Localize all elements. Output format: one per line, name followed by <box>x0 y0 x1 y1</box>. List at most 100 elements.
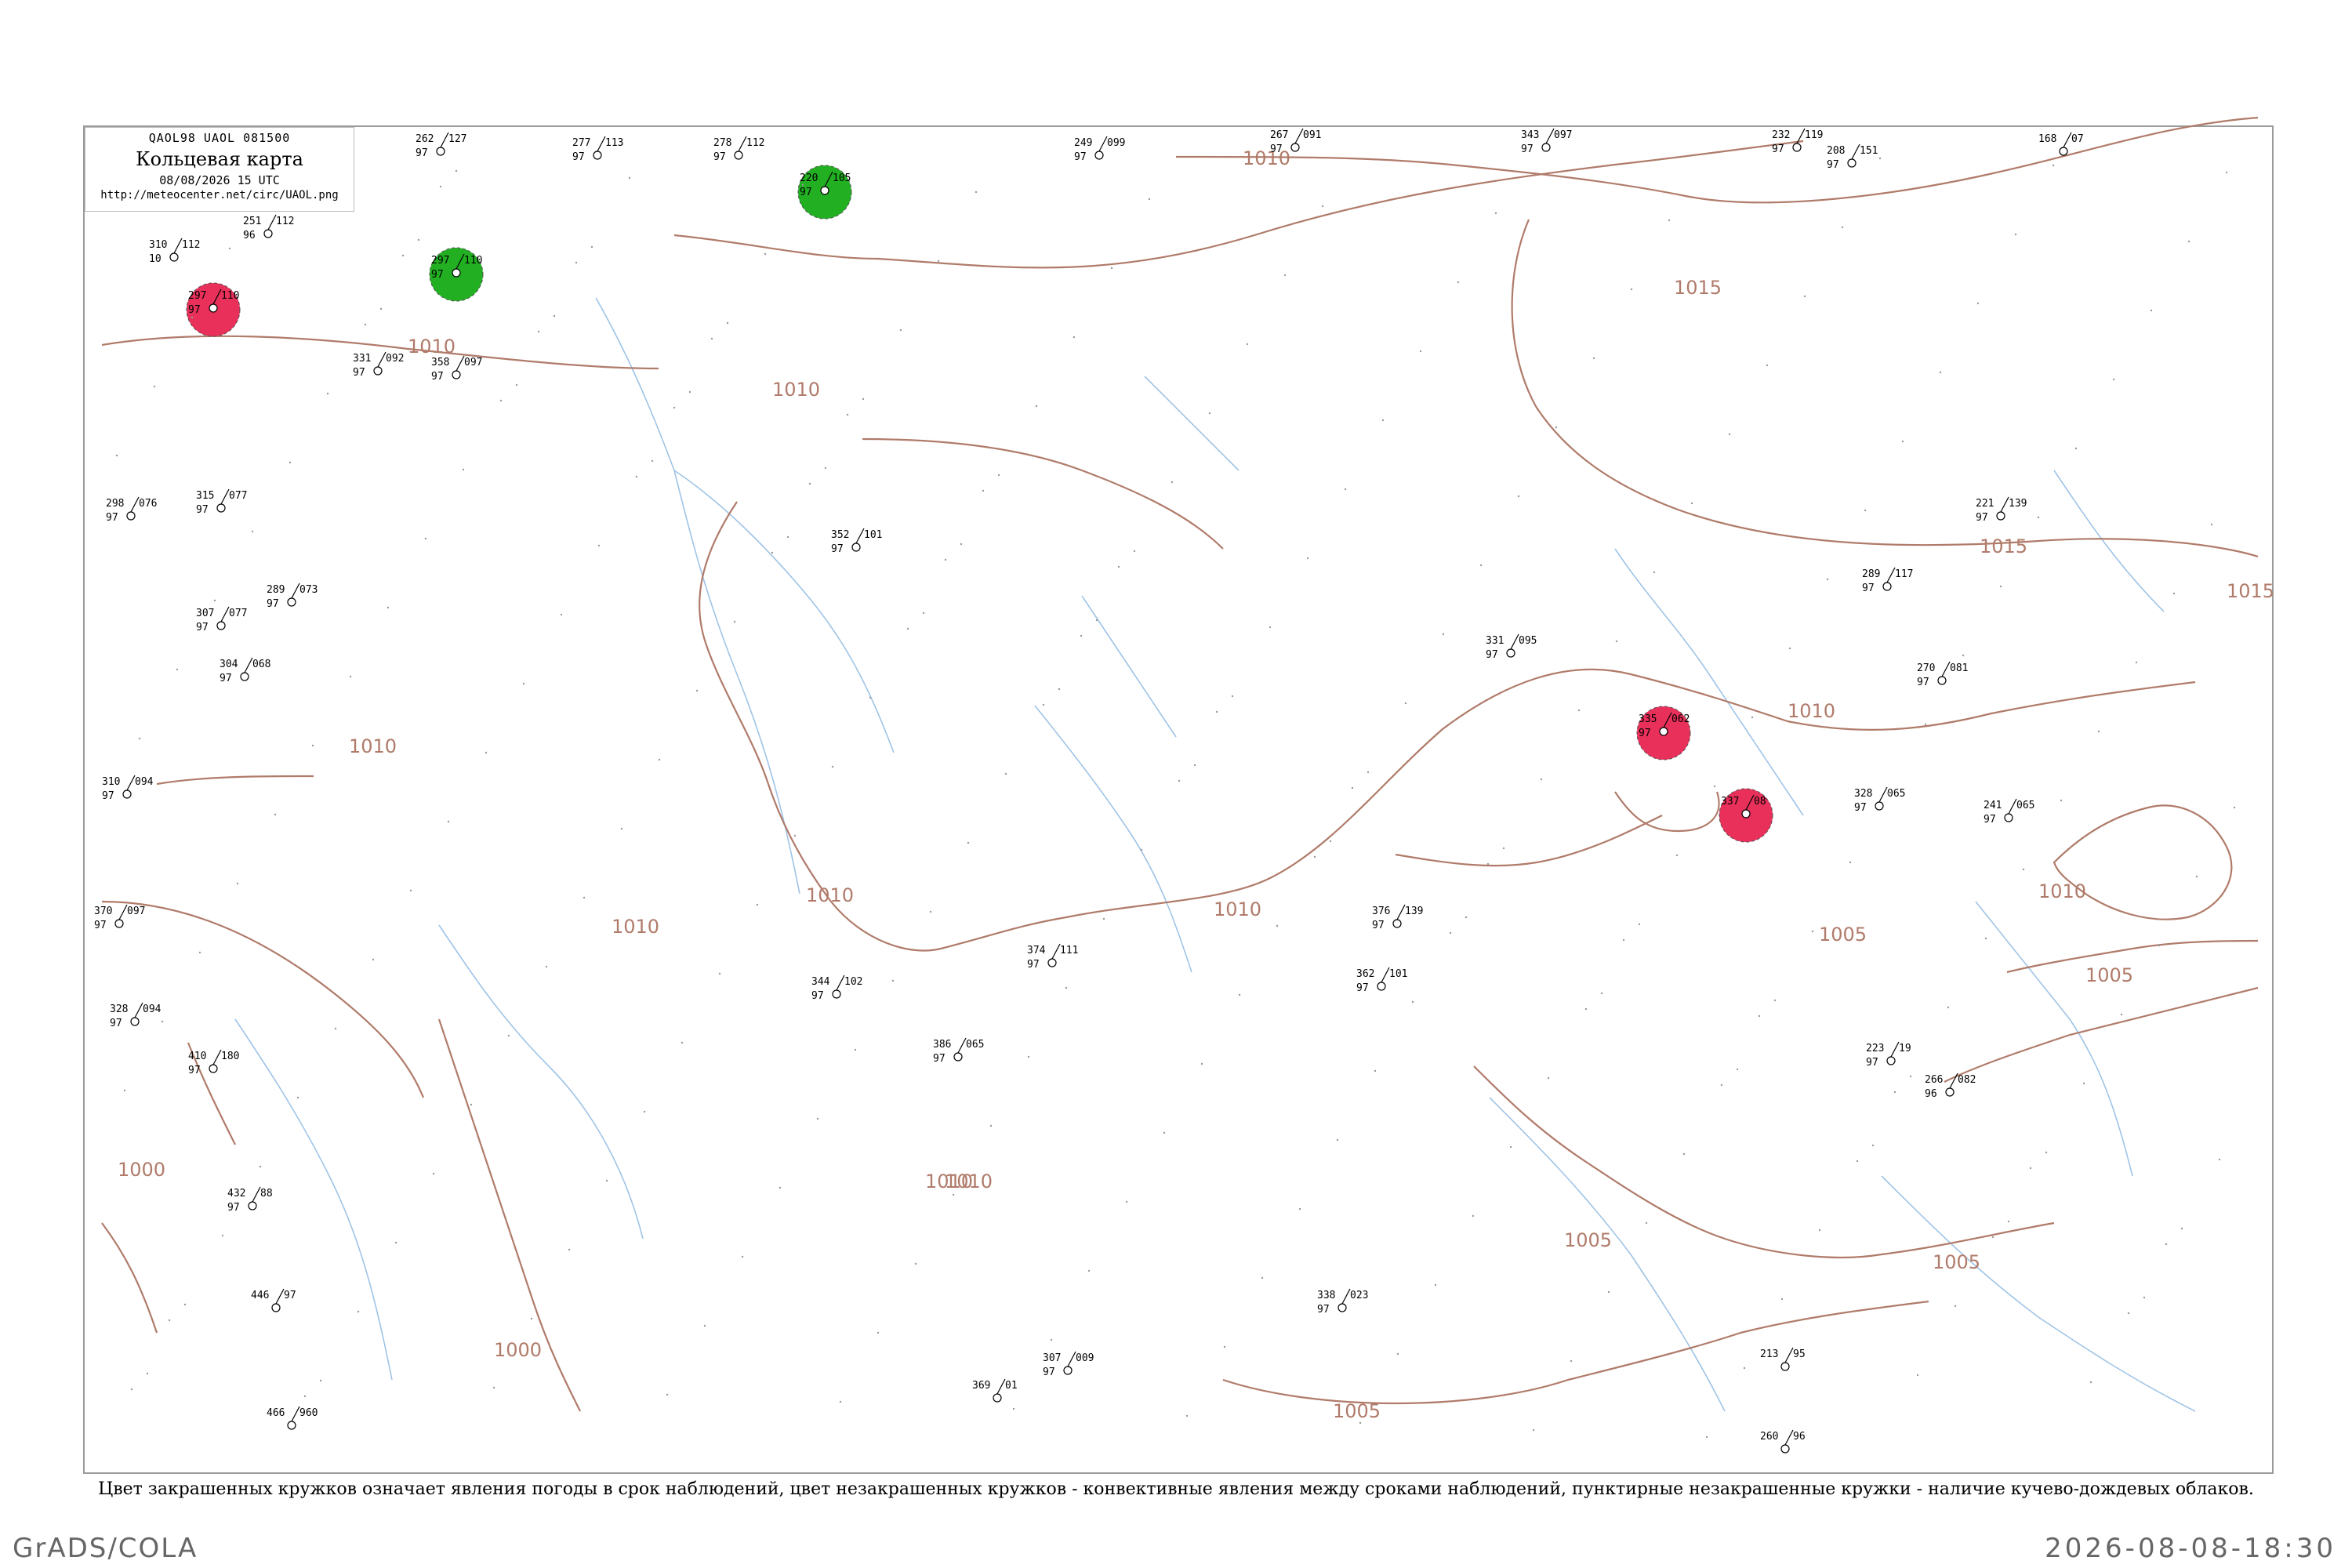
grid-dot <box>236 882 239 885</box>
station-marker[interactable]: 251 112 96 <box>243 214 294 241</box>
station-marker[interactable]: 297 110 97 <box>186 282 241 337</box>
station-marker[interactable]: 289 073 97 <box>267 583 318 610</box>
station-marker[interactable]: 328 094 97 <box>110 1002 162 1029</box>
station-dewpoint: 97 <box>416 147 428 159</box>
station-marker[interactable]: 289 117 97 <box>1862 567 1913 594</box>
grid-dot <box>1841 226 1844 229</box>
station-marker[interactable]: 307 009 97 <box>1043 1351 1094 1378</box>
station-circle-icon <box>1338 1303 1347 1312</box>
station-marker[interactable]: 297 110 97 <box>429 247 484 302</box>
station-marker[interactable]: 344 102 97 <box>811 975 862 1002</box>
grid-dot <box>1012 1407 1015 1410</box>
station-marker[interactable]: 370 097 97 <box>94 904 145 931</box>
station-marker[interactable]: 362 101 97 <box>1356 967 1407 994</box>
station-marker[interactable]: 220 105 97 <box>797 165 852 220</box>
station-pressure: 213 <box>1760 1348 1778 1360</box>
station-marker[interactable]: 328 065 97 <box>1854 786 1905 814</box>
grid-dot <box>183 1303 187 1306</box>
station-marker[interactable]: 338 023 97 <box>1317 1288 1368 1316</box>
station-marker[interactable]: 466 960 <box>267 1406 318 1430</box>
station-marker[interactable]: 369 01 <box>972 1378 1018 1403</box>
station-marker[interactable]: 213 95 <box>1760 1347 1806 1371</box>
station-dewpoint: 97 <box>1074 151 1087 163</box>
grid-dot <box>1238 993 1241 996</box>
grid-dot <box>153 385 156 388</box>
grid-dot <box>568 1248 571 1251</box>
station-marker[interactable]: 315 077 97 <box>196 488 247 516</box>
station-marker[interactable]: 208 151 97 <box>1827 143 1878 171</box>
grid-dot <box>123 1089 126 1092</box>
station-marker[interactable]: 241 065 97 <box>1984 798 2034 826</box>
wind-barb-icon <box>267 214 277 230</box>
wind-barb-icon <box>291 1406 300 1422</box>
grid-dot <box>786 535 789 539</box>
station-pressure: 328 <box>110 1004 128 1015</box>
station-temperature: 113 <box>605 137 623 149</box>
station-marker[interactable]: 278 112 97 <box>713 136 764 163</box>
wind-barb-icon <box>996 1378 1006 1395</box>
station-marker[interactable]: 376 139 97 <box>1372 904 1423 931</box>
station-marker[interactable]: 307 077 97 <box>196 606 247 633</box>
map-url[interactable]: http://meteocenter.net/circ/UAOL.png <box>85 189 354 201</box>
station-marker[interactable]: 304 068 97 <box>220 657 270 684</box>
wind-barb-icon <box>1396 904 1406 920</box>
station-pressure: 446 <box>251 1290 269 1301</box>
station-marker[interactable]: 374 111 97 <box>1027 943 1078 971</box>
station-temperature: 092 <box>386 353 404 365</box>
station-marker[interactable]: 337 08 <box>1719 788 1773 843</box>
grid-dot <box>1261 1276 1264 1279</box>
station-marker[interactable]: 446 97 <box>251 1288 296 1312</box>
station-marker[interactable]: 310 094 97 <box>102 775 154 802</box>
grid-dot <box>1479 564 1483 567</box>
wind-barb-icon <box>1949 1073 1958 1089</box>
grid-dot <box>357 1310 360 1313</box>
station-circle-icon <box>1741 809 1751 818</box>
station-marker[interactable]: 249 099 97 <box>1074 136 1125 163</box>
station-marker[interactable]: 168 07 <box>2038 132 2084 156</box>
grid-dot <box>115 454 118 457</box>
station-marker[interactable]: 232 119 97 <box>1772 128 1823 155</box>
station-marker[interactable]: 343 097 97 <box>1521 128 1572 155</box>
station-marker[interactable]: 358 097 97 <box>431 355 482 383</box>
isobar-label: 1010 <box>2038 880 2086 902</box>
grid-dot <box>394 1241 397 1244</box>
station-marker[interactable]: 266 082 96 <box>1925 1073 1976 1100</box>
station-marker[interactable]: 221 139 97 <box>1976 496 2027 524</box>
station-marker[interactable]: 331 092 97 <box>353 351 404 379</box>
grid-dot <box>1200 1062 1203 1065</box>
station-marker[interactable]: 262 127 97 <box>416 132 466 159</box>
grid-dot <box>1668 219 1671 222</box>
station-temperature: 062 <box>1671 713 1690 725</box>
grid-dot <box>1577 709 1581 712</box>
station-temperature: 068 <box>252 659 270 670</box>
station-marker[interactable]: 352 101 97 <box>831 528 882 555</box>
station-marker[interactable]: 277 113 97 <box>572 136 623 163</box>
grid-dot <box>492 1386 495 1389</box>
station-temperature: 111 <box>1060 945 1078 956</box>
station-temperature: 023 <box>1350 1290 1368 1301</box>
station-marker[interactable]: 386 065 97 <box>933 1037 984 1065</box>
station-marker[interactable]: 260 96 <box>1760 1429 1806 1454</box>
station-pressure: 208 <box>1827 145 1845 157</box>
station-marker[interactable]: 310 112 10 <box>149 238 200 265</box>
map-datetime: 08/08/2026 15 UTC <box>159 173 280 187</box>
weather-map[interactable]: 1010 1010 1010 1010 1010 1010 1010 1010 … <box>0 0 2352 1568</box>
station-marker[interactable]: 331 095 97 <box>1486 633 1537 661</box>
station-marker[interactable]: 267 091 97 <box>1270 128 1321 155</box>
station-pressure: 289 <box>1862 568 1880 580</box>
grid-dot <box>1321 205 1324 208</box>
station-circle-icon <box>248 1201 257 1210</box>
isobar-label: 1015 <box>1980 535 2027 557</box>
isobar-label: 1005 <box>1933 1251 1980 1273</box>
station-circle-icon <box>851 543 861 552</box>
station-marker[interactable]: 270 081 97 <box>1917 661 1968 688</box>
station-circle-icon <box>130 1017 140 1026</box>
grid-dot <box>191 316 194 319</box>
station-pressure: 386 <box>933 1039 951 1051</box>
station-marker[interactable]: 432 88 97 <box>227 1186 273 1214</box>
grid-dot <box>597 544 601 547</box>
station-marker[interactable]: 298 076 97 <box>106 496 157 524</box>
station-temperature: 119 <box>1805 129 1823 141</box>
station-marker[interactable]: 335 062 97 <box>1636 706 1691 760</box>
station-marker[interactable]: 223 19 97 <box>1866 1041 1911 1069</box>
